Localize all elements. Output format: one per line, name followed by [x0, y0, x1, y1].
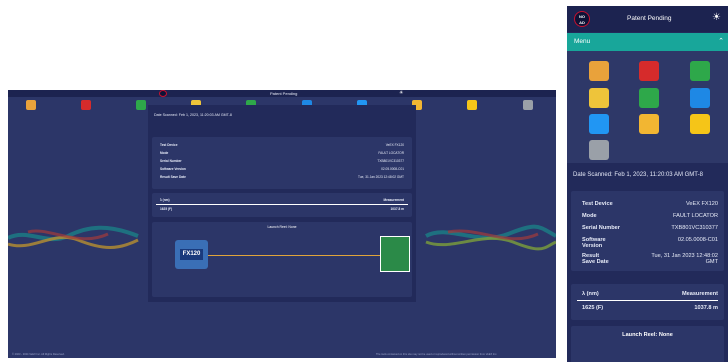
pdf-icon[interactable]: [639, 61, 659, 81]
folder-icon[interactable]: [639, 114, 659, 134]
lightbulb-icon[interactable]: [467, 100, 477, 110]
row-mode: Mode FAULT LOCATOR: [160, 151, 404, 155]
sun-icon[interactable]: ☀: [712, 12, 721, 23]
scan-date: Date Scanned: Feb 1, 2023, 11:20:03 AM G…: [154, 113, 232, 117]
chat-icon[interactable]: [690, 88, 710, 108]
help-icon[interactable]: [523, 100, 533, 110]
divider: [156, 204, 408, 205]
no-ad-logo: [159, 90, 167, 97]
help-icon[interactable]: [589, 140, 609, 160]
fx120-device-image: FX120: [175, 240, 208, 269]
tools-grid: [567, 51, 728, 163]
row-save-date: Result Save Date Tue, 31 Jan 2023 12:48:0…: [160, 175, 404, 179]
mobile-view: NO AD Patent Pending ☀ Menu ⌃ Date Scanne…: [567, 6, 728, 362]
header-title: Patent Pending: [270, 91, 298, 96]
no-ad-logo: NO AD: [574, 11, 590, 27]
row-software: Software Version 02.05.0008-C01: [582, 237, 718, 249]
fiber-end-block: [380, 236, 410, 272]
result-panel: Date Scanned: Feb 1, 2023, 11:20:03 AM G…: [148, 105, 416, 302]
row-save-date: Result Save Date Tue, 31 Jan 2023 12:48:0…: [582, 253, 718, 265]
scan-date: Date Scanned: Feb 1, 2023, 11:20:03 AM G…: [573, 172, 703, 178]
launch-reel-title: Launch Reel: None: [267, 225, 297, 229]
footer-note: The tools contained on this site may not…: [376, 353, 498, 356]
fiber-line: [208, 255, 380, 256]
header-title: Patent Pending: [627, 15, 672, 22]
measurement-card: λ (nm) Measurement 1625 (F) 1037.8 m: [571, 284, 724, 320]
measurement-card: λ (nm) Measurement 1625 (F) 1037.8 m: [152, 193, 412, 217]
row-serial: Serial Number TXB801VC310377: [160, 159, 404, 163]
cloud-upload-icon[interactable]: [639, 88, 659, 108]
gear-icon[interactable]: [26, 100, 36, 110]
row-software: Software Version 02.05.0008-C01: [160, 167, 404, 171]
launch-reel-card: Launch Reel: None: [571, 326, 724, 362]
footer-copyright: © 2023 - 2024 VeEX Inc. All Rights Reser…: [12, 353, 65, 356]
top-bar: NO AD Patent Pending ☀: [567, 6, 728, 32]
email-icon[interactable]: [589, 114, 609, 134]
notes-icon[interactable]: [589, 88, 609, 108]
sun-icon[interactable]: ☀: [399, 90, 403, 97]
row-test-device: Test Device VeEX FX120: [160, 143, 404, 147]
desktop-view: Patent Pending ☀ Date Scanned: Feb 1, 20…: [8, 90, 556, 358]
gear-icon[interactable]: [589, 61, 609, 81]
divider: [577, 300, 718, 301]
launch-reel-title: Launch Reel: None: [622, 332, 673, 338]
export-icon[interactable]: [136, 100, 146, 110]
menu-bar[interactable]: Menu ⌃: [567, 33, 728, 51]
lightbulb-icon[interactable]: [690, 114, 710, 134]
export-icon[interactable]: [690, 61, 710, 81]
top-bar: Patent Pending ☀: [8, 90, 556, 97]
measurement-header: λ (nm) Measurement: [160, 198, 404, 202]
device-info-card: Test Device VeEX FX120 Mode FAULT LOCATOR …: [571, 191, 724, 271]
device-info-card: Test Device VeEX FX120 Mode FAULT LOCATOR …: [152, 137, 412, 189]
pdf-icon[interactable]: [81, 100, 91, 110]
menu-label: Menu: [574, 38, 591, 45]
chevron-up-icon[interactable]: ⌃: [718, 37, 724, 45]
launch-reel-card: Launch Reel: None FX120: [152, 222, 412, 297]
measurement-row: 1625 (F) 1037.8 m: [160, 207, 404, 211]
